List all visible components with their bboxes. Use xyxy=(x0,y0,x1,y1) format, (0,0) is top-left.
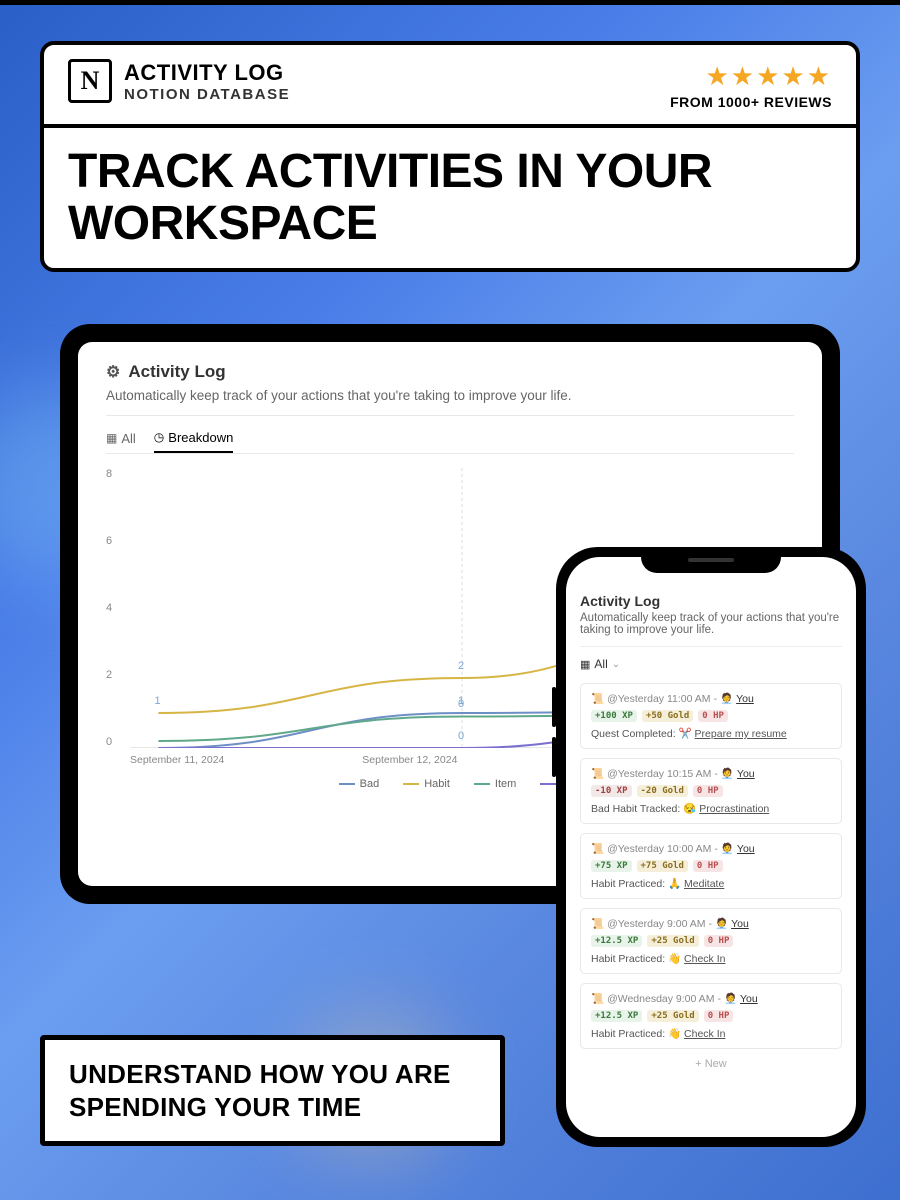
log-item[interactable]: 📜@Yesterday 10:15 AM - 🧑‍💼You -10 XP-20 … xyxy=(580,758,842,824)
log-item[interactable]: 📜@Yesterday 9:00 AM - 🧑‍💼You +12.5 XP+25… xyxy=(580,908,842,974)
log-item[interactable]: 📜@Wednesday 9:00 AM - 🧑‍💼You +12.5 XP+25… xyxy=(580,983,842,1049)
footer-headline: UNDERSTAND HOW YOU ARE SPENDING YOUR TIM… xyxy=(69,1058,476,1123)
header-subtitle: NOTION DATABASE xyxy=(124,86,290,103)
phone-activity-log-title: Activity Log xyxy=(580,593,842,609)
clock-icon: ◷ xyxy=(154,430,164,444)
tab-all[interactable]: ▦ All xyxy=(106,431,136,452)
grid-icon: ▦ xyxy=(106,431,117,445)
chevron-down-icon: ⌄ xyxy=(612,659,620,670)
phone-notch xyxy=(641,547,781,573)
tab-breakdown[interactable]: ◷ Breakdown xyxy=(154,430,234,453)
logo-section: N ACTIVITY LOG NOTION DATABASE xyxy=(68,59,290,103)
activity-log-subtitle: Automatically keep track of your actions… xyxy=(106,388,794,416)
star-rating-icon: ★★★★★ xyxy=(670,61,832,92)
phone-frame: Activity Log Automatically keep track of… xyxy=(556,547,866,1147)
gear-icon: ⚙ xyxy=(106,362,120,382)
log-item[interactable]: 📜@Yesterday 11:00 AM - 🧑‍💼You +100 XP+50… xyxy=(580,683,842,749)
activity-log-title: Activity Log xyxy=(128,362,225,382)
header-card: N ACTIVITY LOG NOTION DATABASE ★★★★★ FRO… xyxy=(40,41,860,272)
phone-tab-all[interactable]: ▦ All ⌄ xyxy=(580,657,842,671)
phone-screen: Activity Log Automatically keep track of… xyxy=(566,557,856,1137)
header-title: ACTIVITY LOG xyxy=(124,60,290,86)
hero-headline: TRACK ACTIVITIES IN YOUR WORKSPACE xyxy=(68,146,832,250)
log-item[interactable]: 📜@Yesterday 10:00 AM - 🧑‍💼You +75 XP+75 … xyxy=(580,833,842,899)
volume-up-button xyxy=(552,687,556,727)
reviews-count: FROM 1000+ REVIEWS xyxy=(670,94,832,110)
grid-icon: ▦ xyxy=(580,658,590,671)
new-button[interactable]: + New xyxy=(580,1058,842,1070)
volume-down-button xyxy=(552,737,556,777)
phone-activity-log-subtitle: Automatically keep track of your actions… xyxy=(580,612,842,647)
notion-icon: N xyxy=(68,59,112,103)
footer-card: UNDERSTAND HOW YOU ARE SPENDING YOUR TIM… xyxy=(40,1035,505,1146)
rating-section: ★★★★★ FROM 1000+ REVIEWS xyxy=(670,61,832,110)
